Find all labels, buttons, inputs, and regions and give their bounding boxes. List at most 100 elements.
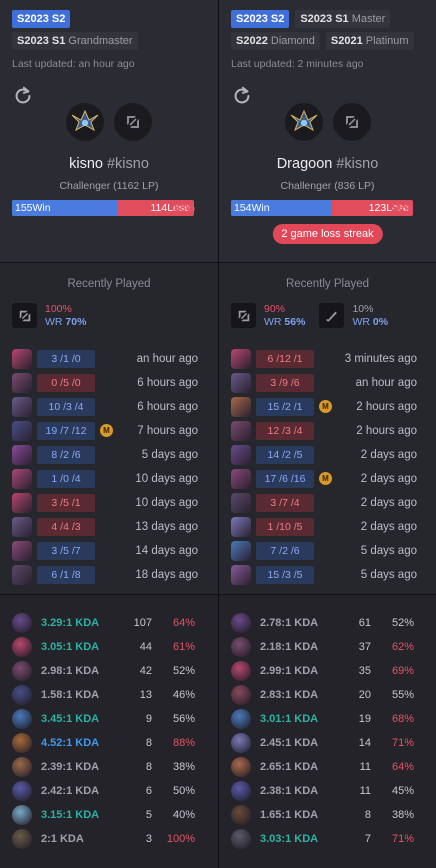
- season-badge[interactable]: S2023 S1 Grandmaster: [12, 32, 138, 50]
- match-row[interactable]: 19 /7 /12 M 7 hours ago: [12, 419, 212, 443]
- match-row[interactable]: 7 /2 /6 5 days ago: [231, 539, 431, 563]
- match-row[interactable]: 3 /5 /1 10 days ago: [12, 491, 212, 515]
- season-badge[interactable]: S2021 Platinum: [325, 32, 414, 50]
- summoner-name[interactable]: kisno #kisno: [0, 156, 218, 172]
- champion-winrate: 38%: [391, 809, 414, 821]
- match-row[interactable]: 0 /5 /0 6 hours ago: [12, 371, 212, 395]
- champion-games: 7: [364, 833, 371, 845]
- champion-portrait-icon: [12, 517, 32, 537]
- champion-stat-row[interactable]: 3.03:1 KDA 7 71%: [231, 828, 436, 852]
- champion-stat-row[interactable]: 2.65:1 KDA 11 64%: [231, 756, 436, 780]
- champion-stat-row[interactable]: 3.15:1 KDA 5 40%: [12, 804, 218, 828]
- match-row[interactable]: 3 /5 /7 14 days ago: [12, 539, 212, 563]
- champion-stat-row[interactable]: 2.78:1 KDA 61 52%: [231, 612, 436, 636]
- season-badge-current[interactable]: S2023 S2: [231, 10, 290, 28]
- match-time: 7 hours ago: [137, 425, 198, 437]
- match-time: 2 hours ago: [356, 401, 417, 413]
- champion-stat-row[interactable]: 2.99:1 KDA 35 69%: [231, 660, 436, 684]
- match-row[interactable]: 3 /1 /0 an hour ago: [12, 347, 212, 371]
- champion-stat-row[interactable]: 2.18:1 KDA 37 62%: [231, 636, 436, 660]
- match-row[interactable]: 1 /10 /5 2 days ago: [231, 515, 431, 539]
- champion-stat-row[interactable]: 2.38:1 KDA 11 45%: [231, 780, 436, 804]
- champion-portrait-icon: [231, 637, 251, 657]
- match-time: 2 hours ago: [356, 425, 417, 437]
- match-time: 18 days ago: [135, 569, 198, 581]
- champion-portrait-icon: [231, 493, 251, 513]
- match-time: 2 days ago: [360, 473, 417, 485]
- champion-portrait-icon: [231, 613, 251, 633]
- champion-winrate: 38%: [172, 761, 195, 773]
- champion-winrate: 40%: [172, 809, 195, 821]
- win-loss-bar: 155Win 114Lose: [12, 200, 194, 216]
- mid-lane-icon: [231, 303, 256, 328]
- match-row[interactable]: 3 /7 /4 2 days ago: [231, 491, 431, 515]
- champion-stat-row[interactable]: 1.58:1 KDA 13 46%: [12, 684, 218, 708]
- champion-stat-row[interactable]: 2.42:1 KDA 6 50%: [12, 780, 218, 804]
- champion-stat-row[interactable]: 3.05:1 KDA 44 61%: [12, 636, 218, 660]
- champion-winrate: 55%: [391, 689, 414, 701]
- champion-kda: 3.01:1 KDA: [260, 713, 319, 725]
- champion-stat-row[interactable]: 3.45:1 KDA 9 56%: [12, 708, 218, 732]
- champion-stat-row[interactable]: 1.65:1 KDA 8 38%: [231, 804, 436, 828]
- champion-stat-row[interactable]: 2.98:1 KDA 42 52%: [12, 660, 218, 684]
- match-row[interactable]: 14 /2 /5 2 days ago: [231, 443, 431, 467]
- match-row[interactable]: 15 /2 /1 M 2 hours ago: [231, 395, 431, 419]
- match-time: 5 days ago: [360, 545, 417, 557]
- match-row[interactable]: 10 /3 /4 6 hours ago: [12, 395, 212, 419]
- match-kda: 7 /2 /6: [256, 542, 314, 560]
- match-row[interactable]: 6 /12 /1 3 minutes ago: [231, 347, 431, 371]
- champion-portrait-icon: [231, 445, 251, 465]
- champion-portrait-icon: [12, 493, 32, 513]
- section-title: Recently Played: [67, 278, 151, 290]
- season-badge[interactable]: S2022 Diamond: [231, 32, 320, 50]
- champion-games: 13: [139, 689, 152, 701]
- profile-card: S2023 S2 S2023 S1 Master S2022 Diamond S…: [219, 0, 436, 262]
- champion-winrate: 71%: [391, 833, 414, 845]
- champion-winrate: 62%: [391, 641, 414, 653]
- champion-portrait-icon: [231, 397, 251, 417]
- match-kda: 3 /9 /6: [256, 374, 314, 392]
- season-badge[interactable]: S2023 S1 Master: [295, 10, 391, 28]
- champion-winrate: 68%: [391, 713, 414, 725]
- recently-played-section: Recently Played 90% WR 56% 10% WR 0% 6 /12 …: [219, 262, 436, 594]
- match-time: 2 days ago: [360, 521, 417, 533]
- champion-stat-row[interactable]: 2:1 KDA 3 100%: [12, 828, 218, 852]
- match-time: 14 days ago: [135, 545, 198, 557]
- match-kda: 8 /2 /6: [37, 446, 95, 464]
- champion-portrait-icon: [231, 733, 251, 753]
- match-row[interactable]: 15 /3 /5 5 days ago: [231, 563, 431, 587]
- match-kda: 15 /2 /1: [256, 398, 314, 416]
- champion-stat-row[interactable]: 3.29:1 KDA 107 64%: [12, 612, 218, 636]
- match-row[interactable]: 8 /2 /6 5 days ago: [12, 443, 212, 467]
- summoner-name[interactable]: Dragoon #kisno: [219, 156, 436, 172]
- champion-portrait-icon: [231, 805, 251, 825]
- match-kda: 10 /3 /4: [37, 398, 95, 416]
- champion-kda: 3.45:1 KDA: [41, 713, 100, 725]
- champion-stat-row[interactable]: 4.52:1 KDA 8 88%: [12, 732, 218, 756]
- match-row[interactable]: 4 /4 /3 13 days ago: [12, 515, 212, 539]
- match-row[interactable]: 1 /0 /4 10 days ago: [12, 467, 212, 491]
- winrate: 56%: [392, 202, 414, 214]
- champion-stat-row[interactable]: 2.83:1 KDA 20 55%: [231, 684, 436, 708]
- champion-winrate: 64%: [391, 761, 414, 773]
- champion-portrait-icon: [231, 757, 251, 777]
- match-row[interactable]: 17 /6 /16 M 2 days ago: [231, 467, 431, 491]
- champion-stat-row[interactable]: 2.39:1 KDA 8 38%: [12, 756, 218, 780]
- match-row[interactable]: 6 /1 /8 18 days ago: [12, 563, 212, 587]
- champion-portrait-icon: [12, 421, 32, 441]
- match-time: 10 days ago: [135, 473, 198, 485]
- season-badge-current[interactable]: S2023 S2: [12, 10, 71, 28]
- match-row[interactable]: 3 /9 /6 an hour ago: [231, 371, 431, 395]
- match-kda: 15 /3 /5: [256, 566, 314, 584]
- role-stat: 10% WR 0%: [319, 303, 388, 329]
- champion-portrait-icon: [12, 349, 32, 369]
- match-time: 3 minutes ago: [344, 353, 417, 365]
- match-row[interactable]: 12 /3 /4 2 hours ago: [231, 419, 431, 443]
- champion-games: 37: [358, 641, 371, 653]
- match-time: 2 days ago: [360, 497, 417, 509]
- champion-kda: 2.65:1 KDA: [260, 761, 319, 773]
- champion-stat-row[interactable]: 3.01:1 KDA 19 68%: [231, 708, 436, 732]
- champion-portrait-icon: [231, 565, 251, 585]
- champion-stat-row[interactable]: 2.45:1 KDA 14 71%: [231, 732, 436, 756]
- champion-stats-list: 3.29:1 KDA 107 64% 3.05:1 KDA 44 61% 2.98:1 KD…: [12, 612, 218, 852]
